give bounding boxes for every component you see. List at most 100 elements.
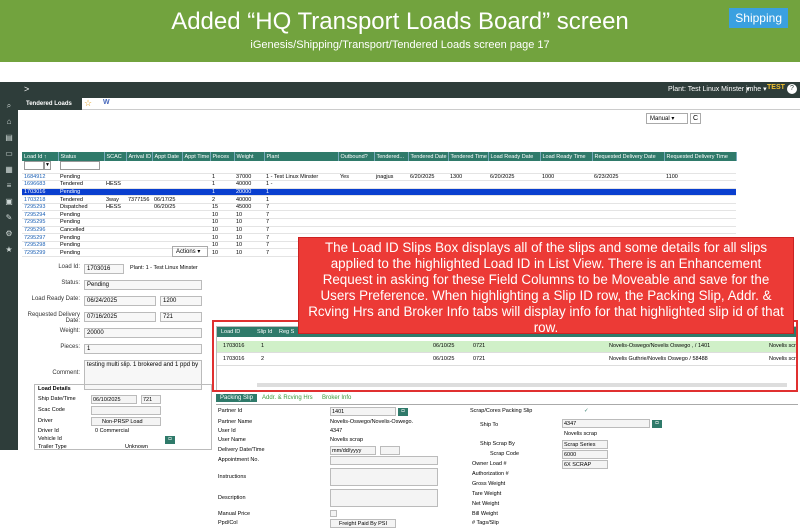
column-header[interactable]: Appt Time bbox=[182, 152, 211, 161]
driver-select[interactable]: Non-PRSP Load bbox=[91, 417, 161, 426]
table-row[interactable]: 1696683 Tendered HESS 1 40000 1 - bbox=[22, 180, 736, 189]
partner-name-value: Novelis-Oswego/Novelis-Oswego. bbox=[330, 419, 414, 425]
user-menu[interactable]: jmhe ▾ bbox=[746, 85, 767, 93]
ship-date-field[interactable]: 06/10/2025 bbox=[91, 395, 137, 404]
description-field[interactable] bbox=[330, 489, 438, 507]
table-row[interactable]: 7295293 Dispatched HESS 06/20/25 15 45000 7 bbox=[22, 203, 736, 212]
scac-field[interactable] bbox=[91, 406, 161, 415]
column-header[interactable]: Requested Delivery Time bbox=[664, 152, 737, 161]
table-row[interactable]: 7295295 Pending 10 10 7 bbox=[22, 218, 736, 227]
weight-field[interactable]: 20000 bbox=[84, 328, 202, 338]
table-row[interactable]: 1703016 Pending 1 20000 1 bbox=[22, 188, 736, 197]
column-header[interactable]: Appt Date bbox=[152, 152, 183, 161]
partner-lookup-icon[interactable]: ◘ bbox=[398, 408, 408, 416]
load-id-field[interactable]: 1703016 bbox=[84, 264, 124, 274]
column-header[interactable]: Tendered Date bbox=[408, 152, 449, 161]
trailer-select[interactable]: Unknown bbox=[125, 444, 148, 450]
column-header[interactable]: Outbound? bbox=[338, 152, 375, 161]
column-header[interactable]: Plant bbox=[264, 152, 339, 161]
table-row[interactable]: 7295294 Pending 10 10 7 bbox=[22, 210, 736, 220]
column-header[interactable]: Arrival ID bbox=[126, 152, 153, 161]
instructions-field[interactable] bbox=[330, 468, 438, 486]
truck-icon[interactable]: ▭ bbox=[0, 146, 18, 162]
list-icon[interactable]: ≡ bbox=[0, 178, 18, 194]
table-cell bbox=[408, 226, 448, 235]
table-cell bbox=[540, 226, 592, 235]
bill-label: Bill Weight bbox=[472, 511, 498, 517]
filter-cell[interactable] bbox=[58, 161, 104, 174]
scrap-code-select[interactable]: 6000 bbox=[562, 450, 608, 459]
column-header[interactable]: Tendered... bbox=[374, 152, 409, 161]
column-header[interactable]: Load Ready Date bbox=[488, 152, 541, 161]
table-cell bbox=[448, 218, 488, 227]
ship-to-field[interactable]: 4347 bbox=[562, 419, 650, 428]
pieces-field[interactable]: 1 bbox=[84, 344, 202, 354]
appointment-field[interactable] bbox=[330, 456, 438, 465]
table-cell bbox=[592, 195, 664, 204]
table-row[interactable]: 1684912 Pending 1 37000 1 - Test Linux Minst… bbox=[22, 173, 736, 182]
table-cell: jnagjus bbox=[374, 173, 408, 182]
delivery-date-field[interactable]: mm/dd/yyyy bbox=[330, 446, 376, 455]
tab-tendered-loads[interactable]: Tendered Loads bbox=[18, 98, 82, 110]
table-cell bbox=[338, 226, 374, 235]
table-cell bbox=[182, 203, 210, 212]
grid-icon[interactable]: ▦ bbox=[0, 162, 18, 178]
table-row[interactable]: 1703218 Tendered 3way 7377156 06/17/25 2 40000… bbox=[22, 195, 736, 204]
tab-packing-slip[interactable]: Packing Slip bbox=[216, 394, 258, 402]
column-header[interactable]: Pieces bbox=[210, 152, 235, 161]
box-icon[interactable]: ▣ bbox=[0, 194, 18, 210]
annotation-callout: The Load ID Slips Box displays all of th… bbox=[298, 237, 794, 335]
status-select[interactable]: Pending bbox=[84, 280, 202, 290]
filter-cell[interactable]: ▼ bbox=[22, 161, 58, 174]
table-cell: 20000 bbox=[234, 188, 264, 197]
settings-icon[interactable]: ⚙ bbox=[0, 226, 18, 242]
tab-addr-rcving-hrs[interactable]: Addr. & Rcving Hrs bbox=[262, 395, 313, 401]
driver-id-label: Driver Id bbox=[38, 428, 59, 434]
star-icon[interactable]: ★ bbox=[0, 242, 18, 258]
home-icon[interactable]: ⌂ bbox=[0, 114, 18, 130]
ppd-select[interactable]: Freight Paid By PSI bbox=[330, 519, 396, 528]
expand-chevron-icon[interactable]: > bbox=[24, 84, 29, 94]
tab-broker-info[interactable]: Broker Info bbox=[322, 395, 351, 401]
table-cell: 1 bbox=[264, 195, 338, 204]
column-header[interactable]: Status bbox=[58, 152, 105, 161]
wrench-icon[interactable]: ✎ bbox=[0, 210, 18, 226]
column-header[interactable]: Requested Delivery Date bbox=[592, 152, 665, 161]
ready-date-field[interactable]: 06/24/2025 bbox=[84, 296, 156, 306]
ready-time-field[interactable]: 1200 bbox=[160, 296, 202, 306]
search-icon[interactable]: ⌕ bbox=[0, 98, 18, 114]
column-header[interactable]: Weight bbox=[234, 152, 265, 161]
gross-label: Gross Weight bbox=[472, 481, 506, 487]
plant-selector[interactable]: Plant: Test Linux Minster ▾ bbox=[668, 85, 750, 93]
manual-price-checkbox[interactable] bbox=[330, 510, 337, 517]
vehicle-label: Vehicle Id bbox=[38, 436, 62, 442]
help-icon[interactable]: ? bbox=[787, 84, 797, 94]
w-icon[interactable]: W bbox=[103, 99, 110, 106]
view-mode-select[interactable]: Manual ▾ bbox=[646, 113, 688, 124]
column-header[interactable]: Load Ready Time bbox=[540, 152, 593, 161]
req-time-field[interactable]: 721 bbox=[160, 312, 202, 322]
table-cell bbox=[338, 195, 374, 204]
ship-by-select[interactable]: Scrap Series bbox=[562, 440, 608, 449]
column-header[interactable]: SCAC bbox=[104, 152, 127, 161]
table-cell: Pending bbox=[58, 173, 104, 182]
favorite-star-icon[interactable]: ☆ bbox=[84, 98, 92, 109]
vehicle-lookup-icon[interactable]: ◘ bbox=[165, 436, 175, 444]
actions-button[interactable]: Actions ▾ bbox=[172, 246, 208, 257]
instructions-label: Instructions bbox=[218, 474, 247, 480]
filter-funnel-icon[interactable]: ▼ bbox=[44, 161, 51, 171]
ship-time-field[interactable]: 721 bbox=[141, 395, 161, 404]
req-date-field[interactable]: 07/16/2025 bbox=[84, 312, 156, 322]
owner-label: Owner Load # bbox=[472, 461, 507, 467]
scrap-check-icon[interactable]: ✓ bbox=[584, 408, 589, 414]
column-header[interactable]: Tendered Time bbox=[448, 152, 489, 161]
ship-to-lookup-icon[interactable]: ◘ bbox=[652, 420, 662, 428]
partner-id-field[interactable]: 1401 bbox=[330, 407, 396, 416]
owner-field[interactable]: 6X SCRAP bbox=[562, 460, 608, 469]
column-header[interactable]: Load Id ↑ bbox=[22, 152, 59, 161]
table-cell bbox=[448, 210, 488, 220]
refresh-icon[interactable]: C bbox=[690, 113, 701, 124]
chart-icon[interactable]: ▤ bbox=[0, 130, 18, 146]
delivery-time-field[interactable] bbox=[380, 446, 400, 455]
table-row[interactable]: 7295296 Cancelled 10 10 7 bbox=[22, 226, 736, 235]
